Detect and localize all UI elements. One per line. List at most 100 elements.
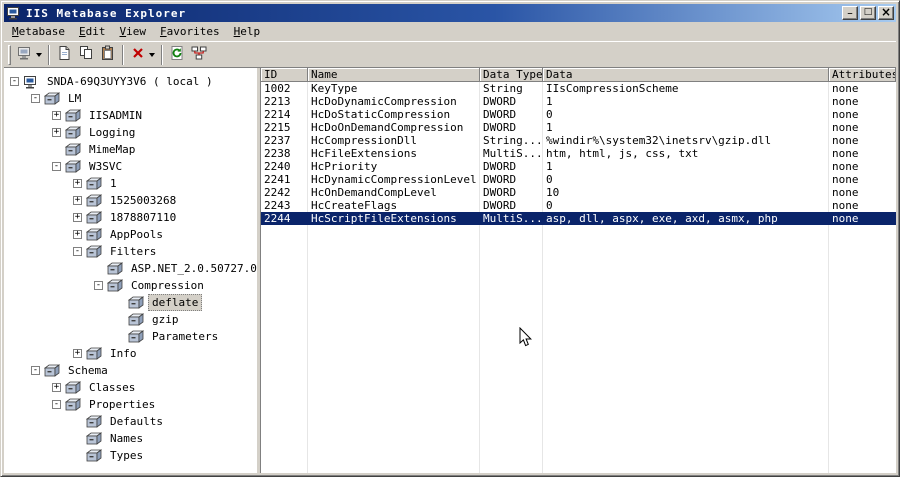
collapse-icon[interactable]: - xyxy=(31,366,40,375)
tree-item-label: 1 xyxy=(110,177,117,190)
tree-item-schema[interactable]: - Schema xyxy=(4,362,257,379)
tree-item-names[interactable]: Names xyxy=(4,430,257,447)
tree-item-iisadmin[interactable]: + IISADMIN xyxy=(4,107,257,124)
menu-favorites[interactable]: Favorites xyxy=(153,23,227,40)
tree-item-filters[interactable]: - Filters xyxy=(4,243,257,260)
cell-id: 2242 xyxy=(264,186,291,199)
tree-item-1878807110[interactable]: +1878807110 xyxy=(4,209,257,226)
tree-item-asp-net-2-0-50727-0[interactable]: ASP.NET_2.0.50727.0 xyxy=(4,260,257,277)
table-row[interactable]: 2238 HcFileExtensions MultiS... htm, html, … xyxy=(261,147,896,160)
paste-button[interactable] xyxy=(97,44,119,66)
tree-item-compression[interactable]: - Compression xyxy=(4,277,257,294)
tree-item-1[interactable]: +1 xyxy=(4,175,257,192)
collapse-icon[interactable]: - xyxy=(73,247,82,256)
new-key-button[interactable] xyxy=(53,44,75,66)
tree-item-classes[interactable]: + Classes xyxy=(4,379,257,396)
column-header-data-type[interactable]: Data Type xyxy=(480,68,543,82)
close-button[interactable] xyxy=(878,6,894,20)
delete-dropdown-icon[interactable] xyxy=(149,52,155,57)
tree-item-types[interactable]: Types xyxy=(4,447,257,464)
table-row[interactable]: 2242 HcOnDemandCompLevel DWORD 10 none xyxy=(261,186,896,199)
column-header-data[interactable]: Data xyxy=(543,68,829,82)
expand-icon[interactable]: + xyxy=(73,179,82,188)
cell-id: 2215 xyxy=(264,121,291,134)
menu-view[interactable]: View xyxy=(112,23,153,40)
drawer-icon xyxy=(127,329,145,344)
column-header-id[interactable]: ID xyxy=(261,68,308,82)
menu-edit[interactable]: Edit xyxy=(72,23,113,40)
maximize-button[interactable] xyxy=(860,6,876,20)
table-row[interactable]: 1002 KeyType String IIsCompressionScheme non… xyxy=(261,82,896,95)
cell-id: 2240 xyxy=(264,160,291,173)
cell-attributes: none xyxy=(832,108,859,121)
list-body: 1002 KeyType String IIsCompressionScheme non… xyxy=(261,82,896,473)
collapse-icon[interactable]: - xyxy=(10,77,19,86)
tree-item-deflate[interactable]: deflate xyxy=(4,294,257,311)
connect-dropdown-icon[interactable] xyxy=(36,52,42,57)
cell-attributes: none xyxy=(832,147,859,160)
menu-metabase[interactable]: Metabase xyxy=(5,23,72,40)
minimize-button[interactable] xyxy=(842,6,858,20)
tree-item-apppools[interactable]: + AppPools xyxy=(4,226,257,243)
expand-icon[interactable]: + xyxy=(73,213,82,222)
drawer-icon xyxy=(85,176,103,191)
refresh-icon xyxy=(169,45,185,64)
table-row[interactable]: 2215 HcDoOnDemandCompression DWORD 1 none xyxy=(261,121,896,134)
copy-button[interactable] xyxy=(75,44,97,66)
table-row[interactable]: 2241 HcDynamicCompressionLevel DWORD 0 none xyxy=(261,173,896,186)
tree-item-label: Compression xyxy=(131,279,204,292)
cell-attributes: none xyxy=(832,212,859,225)
cell-id: 2241 xyxy=(264,173,291,186)
computer-icon xyxy=(23,75,40,89)
cell-type: DWORD xyxy=(483,186,517,199)
expand-icon[interactable]: + xyxy=(73,230,82,239)
new-page-icon xyxy=(56,45,72,64)
tree-item-defaults[interactable]: Defaults xyxy=(4,413,257,430)
cell-attributes: none xyxy=(832,199,859,212)
main-area: - SNDA-69Q3UYY3V6 ( local ) - LM + IISADMIN + L… xyxy=(4,67,896,473)
tree-item-properties[interactable]: - Properties xyxy=(4,396,257,413)
table-row[interactable]: 2240 HcPriority DWORD 1 none xyxy=(261,160,896,173)
tree-item-1525003268[interactable]: +1525003268 xyxy=(4,192,257,209)
connect-button[interactable] xyxy=(14,44,36,66)
tree-item-logging[interactable]: + Logging xyxy=(4,124,257,141)
column-header-name[interactable]: Name xyxy=(308,68,480,82)
tree-item-label: Logging xyxy=(89,126,136,139)
toolbar-grip[interactable] xyxy=(8,44,11,65)
cell-name: HcFileExtensions xyxy=(311,147,417,160)
tree-item-mimemap[interactable]: MimeMap xyxy=(4,141,257,158)
network-button[interactable] xyxy=(188,44,210,66)
collapse-icon[interactable]: - xyxy=(52,400,61,409)
tree-item-lm[interactable]: - LM xyxy=(4,90,257,107)
table-row[interactable]: 2213 HcDoDynamicCompression DWORD 1 none xyxy=(261,95,896,108)
tree-item-w3svc[interactable]: - W3SVC xyxy=(4,158,257,175)
cell-name: HcOnDemandCompLevel xyxy=(311,186,437,199)
paste-icon xyxy=(100,45,116,64)
expand-icon[interactable]: + xyxy=(73,349,82,358)
table-row[interactable]: 2214 HcDoStaticCompression DWORD 0 none xyxy=(261,108,896,121)
expand-icon[interactable]: + xyxy=(52,128,61,137)
table-row[interactable]: 2243 HcCreateFlags DWORD 0 none xyxy=(261,199,896,212)
tree-item-parameters[interactable]: Parameters xyxy=(4,328,257,345)
tree-item-gzip[interactable]: gzip xyxy=(4,311,257,328)
tree-item-snda-69q3uyy3v6-local[interactable]: - SNDA-69Q3UYY3V6 ( local ) xyxy=(4,73,257,90)
expand-icon[interactable]: + xyxy=(73,196,82,205)
menu-help[interactable]: Help xyxy=(227,23,268,40)
cell-data: asp, dll, aspx, exe, axd, asmx, php xyxy=(546,212,778,225)
drawer-icon xyxy=(64,159,82,174)
table-row[interactable]: 2237 HcCompressionDll String... %windir%\sy… xyxy=(261,134,896,147)
cell-type: DWORD xyxy=(483,199,517,212)
column-header-attributes[interactable]: Attributes xyxy=(829,68,896,82)
tree-item-info[interactable]: + Info xyxy=(4,345,257,362)
collapse-icon[interactable]: - xyxy=(31,94,40,103)
refresh-button[interactable] xyxy=(166,44,188,66)
drawer-icon xyxy=(64,142,82,157)
expand-icon[interactable]: + xyxy=(52,383,61,392)
cell-data: htm, html, js, css, txt xyxy=(546,147,699,160)
cell-data: 0 xyxy=(546,199,553,212)
delete-button[interactable] xyxy=(127,44,149,66)
table-row[interactable]: 2244 HcScriptFileExtensions MultiS... asp, … xyxy=(261,212,896,225)
expand-icon[interactable]: + xyxy=(52,111,61,120)
collapse-icon[interactable]: - xyxy=(94,281,103,290)
collapse-icon[interactable]: - xyxy=(52,162,61,171)
